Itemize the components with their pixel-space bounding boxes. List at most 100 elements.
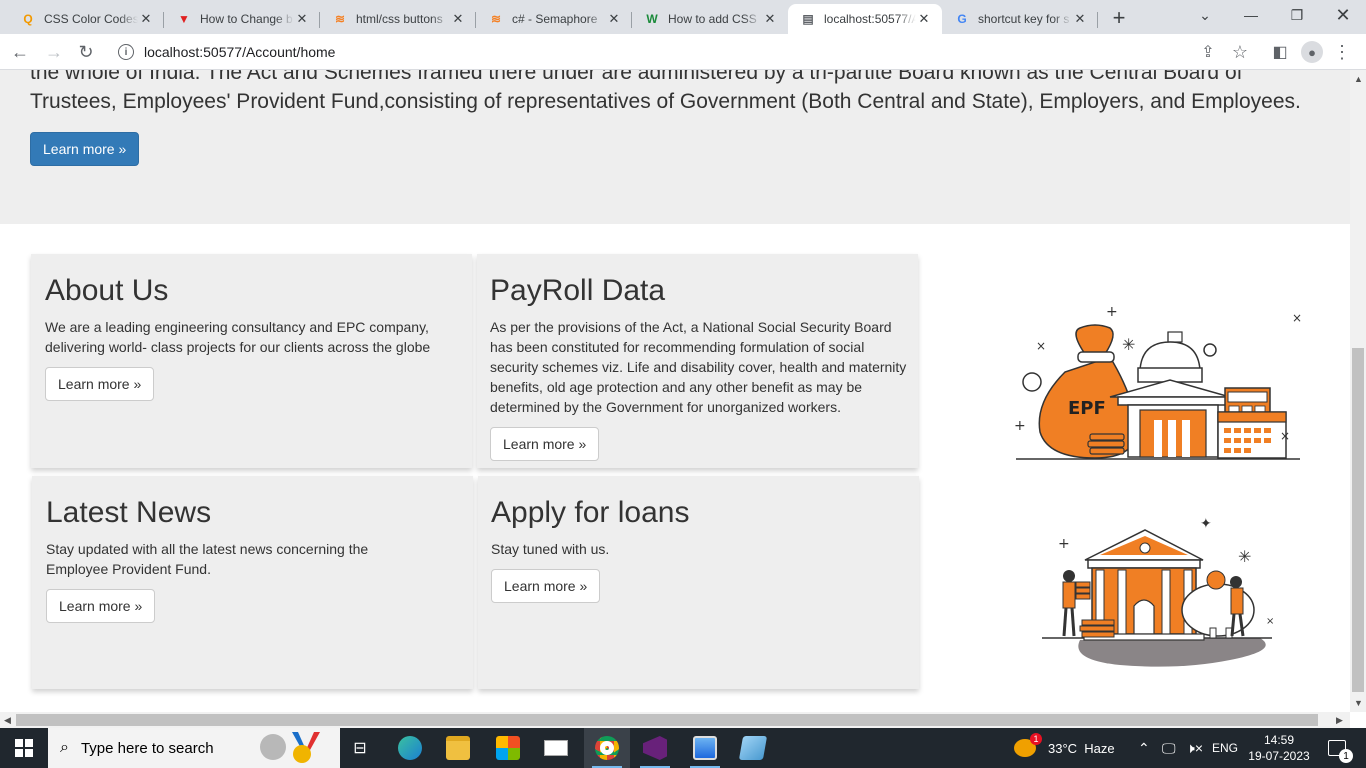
- menu-kebab-icon[interactable]: ⋮: [1330, 40, 1354, 64]
- info-icon[interactable]: i: [118, 44, 134, 60]
- file-explorer-icon[interactable]: [436, 728, 480, 768]
- apply-loans-card: Apply for loans Stay tuned with us. Lear…: [478, 476, 919, 689]
- notification-center-icon[interactable]: 1: [1322, 728, 1353, 768]
- tab-title: localhost:50577/A: [824, 12, 916, 26]
- windows-start-icon[interactable]: [0, 728, 48, 768]
- horizontal-scroll-thumb[interactable]: [16, 714, 1318, 726]
- url-text[interactable]: localhost:50577/Account/home: [144, 44, 335, 60]
- search-placeholder: Type here to search: [80, 739, 214, 757]
- hero-text: the whole of India. The Act and Schemes …: [30, 70, 1301, 113]
- epf-label: EPF: [1068, 398, 1106, 419]
- mail-icon[interactable]: [534, 728, 578, 768]
- page-icon: ▤: [802, 12, 814, 26]
- tab-search-chevron-icon[interactable]: ⌄: [1182, 0, 1228, 30]
- svg-text:+: +: [1014, 418, 1026, 434]
- stackoverflow-icon: ≋: [334, 12, 346, 26]
- address-bar[interactable]: i localhost:50577/Account/home: [108, 37, 1258, 67]
- payroll-learn-more-button[interactable]: Learn more »: [490, 427, 600, 461]
- about-learn-more-button[interactable]: Learn more »: [45, 367, 155, 401]
- minimize-button[interactable]: —: [1228, 0, 1274, 30]
- card-title: Latest News: [46, 496, 212, 529]
- medal-icon: [288, 732, 320, 764]
- weather-haze-icon: 1: [1014, 733, 1042, 757]
- volume-muted-icon[interactable]: 🕨×: [1186, 728, 1203, 768]
- edge-icon[interactable]: [388, 728, 432, 768]
- google-icon: G: [957, 12, 967, 26]
- close-icon[interactable]: ✕: [294, 11, 310, 27]
- magnifier-orange-icon: Q: [23, 12, 33, 26]
- network-icon[interactable]: 🖵: [1162, 728, 1176, 768]
- card-title: About Us: [45, 274, 169, 307]
- remote-desktop-icon[interactable]: [682, 728, 728, 768]
- weather-text: 33°C Haze: [1048, 740, 1115, 756]
- forward-arrow-icon[interactable]: →: [42, 40, 66, 64]
- scroll-right-arrow-icon[interactable]: ▶: [1336, 715, 1343, 726]
- svg-text:×: ×: [1280, 429, 1290, 443]
- taskbar-search-box[interactable]: ⌕ Type here to search: [48, 728, 340, 768]
- news-learn-more-button[interactable]: Learn more »: [46, 589, 156, 623]
- tab-title: How to add CSS: [668, 12, 757, 26]
- close-icon[interactable]: ✕: [916, 11, 932, 27]
- windows-taskbar: ⌕ Type here to search ⊟ 1 33°C Haze ⌃ 🖵 …: [0, 728, 1366, 768]
- v-red-icon: ▼: [178, 12, 190, 26]
- close-icon[interactable]: ✕: [450, 11, 466, 27]
- restore-button[interactable]: ❐: [1274, 0, 1320, 30]
- notepad-icon[interactable]: [730, 728, 776, 768]
- w-green-icon: W: [646, 12, 658, 26]
- svg-text:✦: ✦: [1200, 516, 1212, 532]
- side-panel-icon[interactable]: ◧: [1268, 40, 1292, 64]
- scroll-down-arrow-icon[interactable]: ▼: [1354, 698, 1363, 708]
- golf-ball-icon: [260, 734, 286, 760]
- browser-tab[interactable]: ≋ html/css buttons ✕: [320, 4, 476, 34]
- hero-learn-more-button[interactable]: Learn more »: [30, 132, 140, 166]
- task-view-icon[interactable]: ⊟: [342, 728, 378, 768]
- close-icon[interactable]: ✕: [138, 11, 154, 27]
- weather-badge: 1: [1030, 733, 1042, 745]
- svg-text:×: ×: [1266, 616, 1274, 627]
- browser-tab[interactable]: Q CSS Color Codes ✕: [8, 4, 164, 34]
- svg-text:✳: ✳: [1122, 335, 1135, 354]
- card-title: PayRoll Data: [490, 274, 666, 307]
- close-icon[interactable]: ✕: [606, 11, 622, 27]
- loans-learn-more-button[interactable]: Learn more »: [491, 569, 601, 603]
- browser-tab[interactable]: ▼ How to Change b ✕: [164, 4, 320, 34]
- card-title: Apply for loans: [491, 496, 690, 529]
- store-icon[interactable]: [486, 728, 530, 768]
- reload-icon[interactable]: ↻: [74, 40, 98, 64]
- card-text: As per the provisions of the Act, a Nati…: [490, 319, 907, 415]
- browser-tab[interactable]: ≋ c# - Semaphore ✕: [476, 4, 632, 34]
- share-icon[interactable]: ⇪: [1196, 40, 1220, 64]
- browser-toolbar: ← → ↻ i localhost:50577/Account/home ⇪ ☆…: [0, 34, 1366, 70]
- page-viewport: the whole of India. The Act and Schemes …: [0, 70, 1350, 712]
- close-window-button[interactable]: ✕: [1320, 0, 1366, 30]
- browser-tab[interactable]: W How to add CSS ✕: [632, 4, 788, 34]
- svg-text:+: +: [1058, 536, 1070, 552]
- browser-tab-active[interactable]: ▤ localhost:50577/A ✕: [788, 4, 942, 34]
- jumbotron: the whole of India. The Act and Schemes …: [0, 70, 1350, 224]
- svg-text:✳: ✳: [1238, 547, 1251, 566]
- language-indicator[interactable]: ENG: [1212, 728, 1238, 768]
- close-icon[interactable]: ✕: [762, 11, 778, 27]
- browser-tab[interactable]: G shortcut key for s ✕: [942, 4, 1098, 34]
- chrome-icon[interactable]: [584, 728, 630, 768]
- show-hidden-icons-chevron-icon[interactable]: ⌃: [1138, 728, 1150, 768]
- new-tab-button[interactable]: +: [1107, 5, 1131, 30]
- scroll-left-arrow-icon[interactable]: ◀: [4, 715, 11, 726]
- epf-money-bag-illustration: + × + × ✳ EPF ×: [1014, 304, 1302, 460]
- bookmark-star-icon[interactable]: ☆: [1228, 40, 1252, 64]
- scroll-up-arrow-icon[interactable]: ▲: [1354, 74, 1363, 84]
- visual-studio-icon[interactable]: [632, 728, 678, 768]
- card-text: Stay updated with all the latest news co…: [46, 541, 369, 577]
- vertical-scrollbar[interactable]: ▲ ▼: [1350, 70, 1366, 712]
- vertical-scroll-thumb[interactable]: [1352, 348, 1364, 692]
- tab-title: shortcut key for s: [978, 12, 1070, 26]
- profile-avatar[interactable]: ●: [1300, 40, 1324, 64]
- payroll-card: PayRoll Data As per the provisions of th…: [477, 254, 918, 468]
- horizontal-scrollbar[interactable]: ◀ ▶: [0, 712, 1350, 728]
- weather-widget[interactable]: 1 33°C Haze: [1014, 728, 1115, 768]
- back-arrow-icon[interactable]: ←: [8, 40, 32, 64]
- latest-news-card: Latest News Stay updated with all the la…: [32, 476, 473, 689]
- clock[interactable]: 14:59 19-07-2023: [1248, 728, 1310, 768]
- tab-title: How to Change b: [200, 12, 293, 26]
- close-icon[interactable]: ✕: [1072, 11, 1088, 27]
